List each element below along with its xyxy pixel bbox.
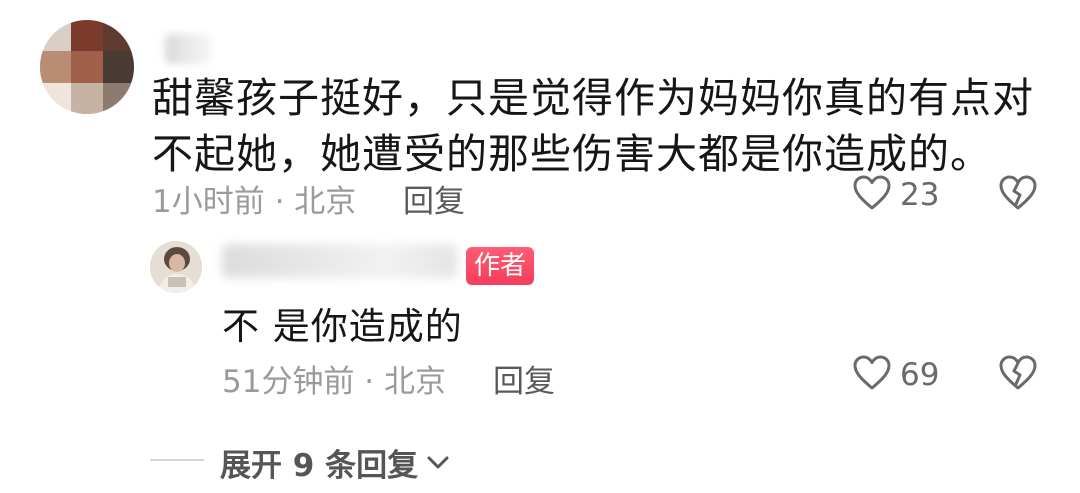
- comment-like-count: 23: [900, 177, 940, 213]
- comment-time-location: 1小时前 · 北京: [152, 184, 357, 220]
- author-avatar[interactable]: [150, 241, 202, 293]
- reply-reply-button[interactable]: 回复: [493, 356, 555, 401]
- reply-like-count: 69: [900, 357, 940, 393]
- author-name-blurred[interactable]: [222, 244, 457, 278]
- expand-divider: [150, 459, 204, 461]
- reply-like-button[interactable]: 69: [852, 354, 939, 396]
- broken-heart-icon: [998, 175, 1038, 216]
- comment-dislike-button[interactable]: [998, 174, 1038, 216]
- reply-text: 不 是你造成的: [222, 305, 463, 348]
- commenter-name-blurred[interactable]: [165, 34, 211, 64]
- comment-text: 甜馨孩子挺好，只是觉得作为妈妈你真的有点对不起她，她遭受的那些伤害大都是你造成的…: [152, 74, 1034, 178]
- comment-reply-button[interactable]: 回复: [403, 176, 465, 221]
- commenter-avatar[interactable]: [40, 20, 134, 114]
- expand-replies-label: 展开 9 条回复: [220, 448, 419, 484]
- heart-outline-icon: [852, 354, 892, 396]
- author-badge: 作者: [466, 247, 535, 285]
- broken-heart-icon: [998, 355, 1038, 396]
- expand-replies-button[interactable]: 展开 9 条回复: [220, 440, 450, 485]
- heart-outline-icon: [852, 174, 892, 216]
- chevron-down-icon: [426, 455, 450, 471]
- reply-dislike-button[interactable]: [998, 354, 1038, 396]
- comment-like-button[interactable]: 23: [852, 174, 939, 216]
- reply-time-location: 51分钟前 · 北京: [222, 364, 447, 400]
